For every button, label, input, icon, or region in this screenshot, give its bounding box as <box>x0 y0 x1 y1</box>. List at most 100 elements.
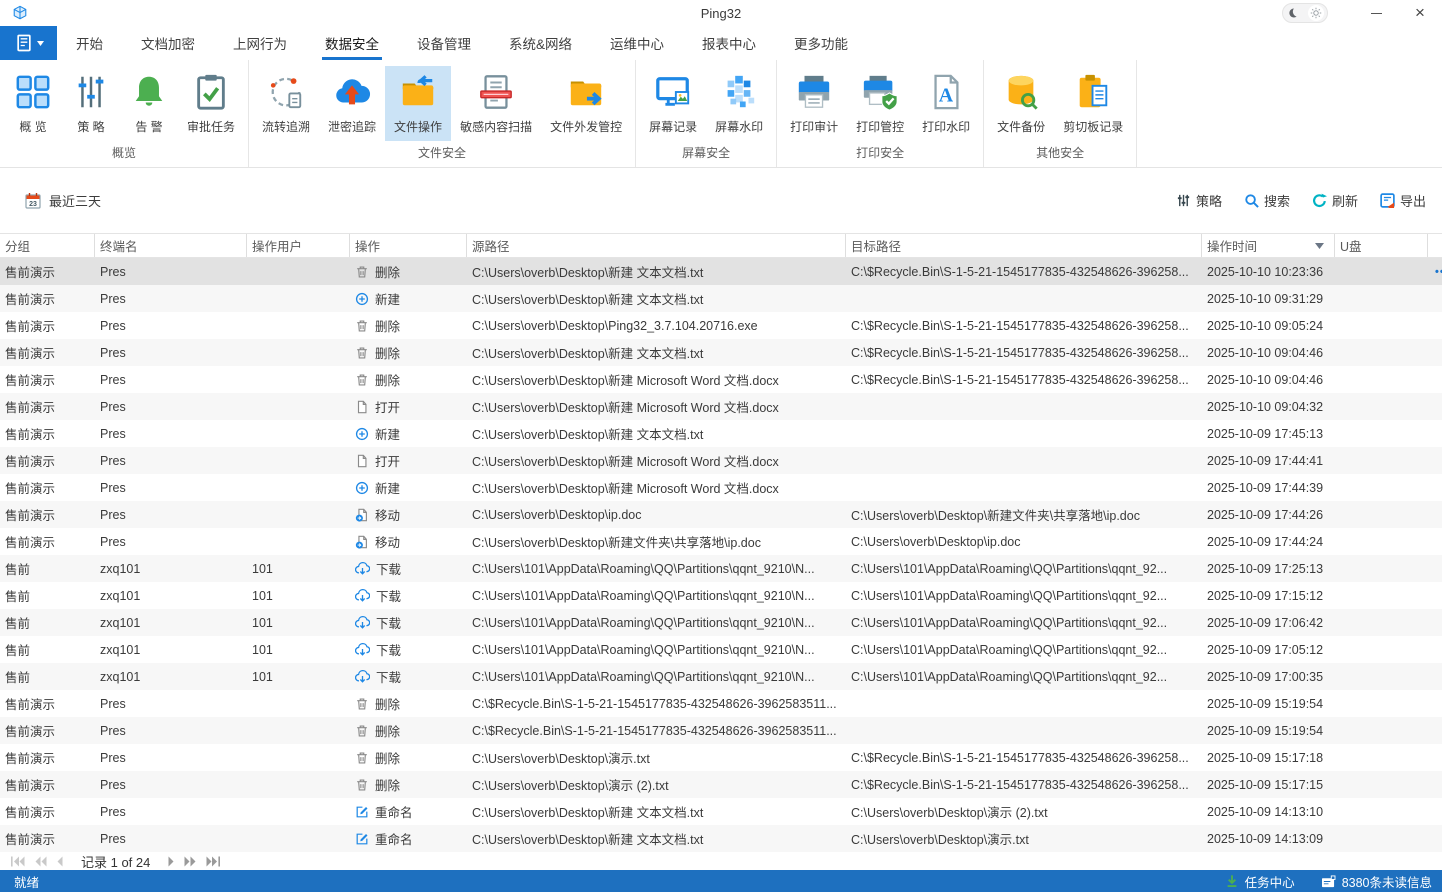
page-last-icon[interactable] <box>206 856 221 867</box>
table-row[interactable]: 售前zxq101101下载C:\Users\101\AppData\Roamin… <box>0 609 1442 636</box>
table-row[interactable]: 售前zxq101101下载C:\Users\101\AppData\Roamin… <box>0 555 1442 582</box>
page-first-icon[interactable] <box>10 856 25 867</box>
cell-source: C:\$Recycle.Bin\S-1-5-21-1545177835-4325… <box>467 690 846 717</box>
ribbon-button-文件操作[interactable]: 文件操作 <box>385 66 451 141</box>
cell-menu <box>1428 420 1442 447</box>
cell-source: C:\Users\101\AppData\Roaming\QQ\Partitio… <box>467 555 846 582</box>
column-header-目标路径[interactable]: 目标路径 <box>846 234 1202 257</box>
column-header-操作[interactable]: 操作 <box>350 234 467 257</box>
task-center-button[interactable]: 任务中心 <box>1225 872 1295 891</box>
app-menu-button[interactable] <box>0 26 57 60</box>
table-row[interactable]: 售前演示Pres移动C:\Users\overb\Desktop\ip.docC… <box>0 501 1442 528</box>
table-row[interactable]: 售前演示Pres删除C:\$Recycle.Bin\S-1-5-21-15451… <box>0 717 1442 744</box>
ribbon-button-打印审计[interactable]: 打印审计 <box>781 66 847 141</box>
row-menu-ellipsis[interactable]: ••• <box>1435 266 1442 278</box>
table-row[interactable]: 售前zxq101101下载C:\Users\101\AppData\Roamin… <box>0 636 1442 663</box>
page-fast-prev-icon[interactable] <box>34 856 47 867</box>
ribbon-group-label: 概览 <box>0 141 248 168</box>
page-next-icon[interactable] <box>167 856 175 867</box>
table-row[interactable]: 售前演示Pres删除C:\Users\overb\Desktop\演示.txtC… <box>0 744 1442 771</box>
ribbon-button-敏感内容扫描[interactable]: 敏感内容扫描 <box>451 66 541 141</box>
cell-action: 下载 <box>350 636 467 663</box>
print-audit-icon <box>795 73 833 111</box>
tab-数据安全[interactable]: 数据安全 <box>306 26 398 60</box>
table-row[interactable]: 售前演示Pres删除C:\Users\overb\Desktop\新建 文本文档… <box>0 258 1442 285</box>
column-header-终端名[interactable]: 终端名 <box>95 234 247 257</box>
tab-设备管理[interactable]: 设备管理 <box>398 26 490 60</box>
table-row[interactable]: 售前演示Pres打开C:\Users\overb\Desktop\新建 Micr… <box>0 447 1442 474</box>
tool-策略[interactable]: 策略 <box>1176 191 1222 210</box>
tab-文档加密[interactable]: 文档加密 <box>122 26 214 60</box>
table-row[interactable]: 售前演示Pres打开C:\Users\overb\Desktop\新建 Micr… <box>0 393 1442 420</box>
cell-source: C:\$Recycle.Bin\S-1-5-21-1545177835-4325… <box>467 717 846 744</box>
cell-source: C:\Users\overb\Desktop\演示 (2).txt <box>467 771 846 798</box>
tab-报表中心[interactable]: 报表中心 <box>683 26 775 60</box>
column-header-extra[interactable] <box>1428 234 1442 257</box>
tool-搜索[interactable]: 搜索 <box>1244 191 1290 210</box>
cell-source: C:\Users\overb\Desktop\新建 Microsoft Word… <box>467 474 846 501</box>
page-fast-next-icon[interactable] <box>184 856 197 867</box>
ribbon-button-屏幕水印[interactable]: 屏幕水印 <box>706 66 772 141</box>
cell-target: C:\Users\101\AppData\Roaming\QQ\Partitio… <box>846 555 1202 582</box>
tab-开始[interactable]: 开始 <box>57 26 122 60</box>
action-label: 重命名 <box>375 802 413 821</box>
action-label: 新建 <box>375 478 400 497</box>
action-label: 下载 <box>376 613 401 632</box>
ribbon-button-策略[interactable]: 策 略 <box>62 66 120 141</box>
table-row[interactable]: 售前演示Pres移动C:\Users\overb\Desktop\新建文件夹\共… <box>0 528 1442 555</box>
ribbon-button-概览[interactable]: 概 览 <box>4 66 62 141</box>
table-row[interactable]: 售前演示Pres删除C:\Users\overb\Desktop\Ping32_… <box>0 312 1442 339</box>
ribbon-group-打印安全: 打印审计打印管控A打印水印打印安全 <box>777 60 984 167</box>
table-row[interactable]: 售前zxq101101下载C:\Users\101\AppData\Roamin… <box>0 663 1442 690</box>
table-row[interactable]: 售前演示Pres删除C:\Users\overb\Desktop\新建 Micr… <box>0 366 1442 393</box>
cell-usb <box>1335 663 1428 690</box>
cell-user <box>247 447 350 474</box>
table-row[interactable]: 售前演示Pres删除C:\$Recycle.Bin\S-1-5-21-15451… <box>0 690 1442 717</box>
cell-time: 2025-10-10 09:04:32 <box>1202 393 1335 420</box>
column-header-源路径[interactable]: 源路径 <box>467 234 846 257</box>
ribbon-button-文件外发管控[interactable]: 文件外发管控 <box>541 66 631 141</box>
column-header-U盘[interactable]: U盘 <box>1335 234 1428 257</box>
tab-更多功能[interactable]: 更多功能 <box>775 26 867 60</box>
unread-messages-button[interactable]: 8380条未读信息 <box>1321 872 1432 891</box>
ribbon-button-流转追溯[interactable]: 流转追溯 <box>253 66 319 141</box>
ribbon-group-label: 屏幕安全 <box>636 141 776 168</box>
ribbon-button-泄密追踪[interactable]: 泄密追踪 <box>319 66 385 141</box>
table-row[interactable]: 售前zxq101101下载C:\Users\101\AppData\Roamin… <box>0 582 1442 609</box>
column-header-操作用户[interactable]: 操作用户 <box>247 234 350 257</box>
table-row[interactable]: 售前演示Pres新建C:\Users\overb\Desktop\新建 文本文档… <box>0 285 1442 312</box>
action-label: 下载 <box>376 586 401 605</box>
table-row[interactable]: 售前演示Pres重命名C:\Users\overb\Desktop\新建 文本文… <box>0 825 1442 852</box>
table-row[interactable]: 售前演示Pres删除C:\Users\overb\Desktop\演示 (2).… <box>0 771 1442 798</box>
ribbon-button-label: 打印审计 <box>790 118 838 135</box>
file-operation-icon <box>399 73 437 111</box>
column-header-分组[interactable]: 分组 <box>0 234 95 257</box>
ribbon-button-审批任务[interactable]: 审批任务 <box>178 66 244 141</box>
tab-运维中心[interactable]: 运维中心 <box>591 26 683 60</box>
ribbon-button-打印水印[interactable]: A打印水印 <box>913 66 979 141</box>
date-range-filter[interactable]: 23 最近三天 <box>24 191 101 210</box>
sensitive-scan-icon <box>477 73 515 111</box>
ribbon-button-剪切板记录[interactable]: 剪切板记录 <box>1054 66 1132 141</box>
tab-系统&网络[interactable]: 系统&网络 <box>490 26 591 60</box>
app-menu-icon <box>14 33 34 53</box>
ribbon-button-告警[interactable]: 告 警 <box>120 66 178 141</box>
sort-desc-icon <box>1315 243 1324 249</box>
ribbon-button-屏幕记录[interactable]: 屏幕记录 <box>640 66 706 141</box>
table-row[interactable]: 售前演示Pres重命名C:\Users\overb\Desktop\新建 文本文… <box>0 798 1442 825</box>
cell-usb <box>1335 501 1428 528</box>
cell-action: 删除 <box>350 744 467 771</box>
ribbon-button-文件备份[interactable]: 文件备份 <box>988 66 1054 141</box>
tool-刷新[interactable]: 刷新 <box>1312 191 1358 210</box>
cell-user: 101 <box>247 609 350 636</box>
page-prev-icon[interactable] <box>56 856 64 867</box>
tool-导出[interactable]: 导出 <box>1380 191 1426 210</box>
ribbon-button-打印管控[interactable]: 打印管控 <box>847 66 913 141</box>
table-row[interactable]: 售前演示Pres新建C:\Users\overb\Desktop\新建 Micr… <box>0 474 1442 501</box>
table-row[interactable]: 售前演示Pres删除C:\Users\overb\Desktop\新建 文本文档… <box>0 339 1442 366</box>
tab-上网行为[interactable]: 上网行为 <box>214 26 306 60</box>
table-row[interactable]: 售前演示Pres新建C:\Users\overb\Desktop\新建 文本文档… <box>0 420 1442 447</box>
leak-tracking-icon <box>333 73 371 111</box>
cell-menu <box>1428 447 1442 474</box>
column-header-操作时间[interactable]: 操作时间 <box>1202 234 1335 257</box>
